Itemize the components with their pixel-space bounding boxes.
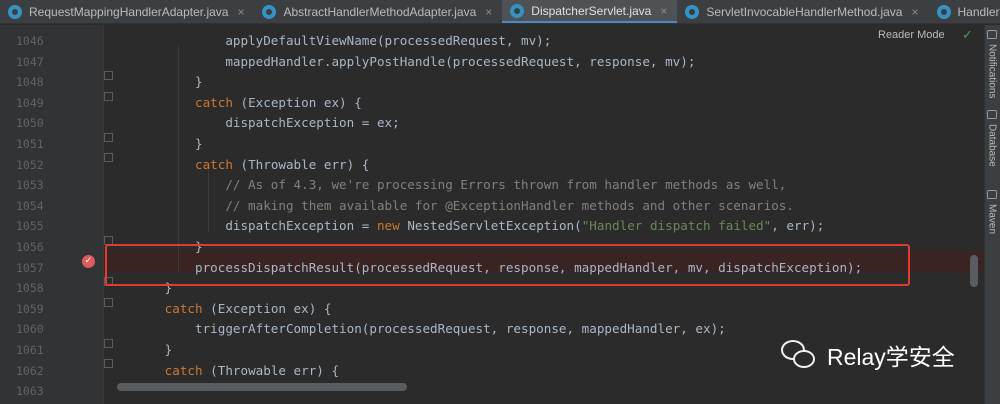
vertical-scrollbar[interactable] xyxy=(970,255,978,287)
tab-requestmappinghandleradapter[interactable]: RequestMappingHandlerAdapter.java × xyxy=(0,0,254,23)
line-number[interactable]: 1048 xyxy=(16,72,44,92)
line-number[interactable]: 1051 xyxy=(16,134,44,154)
line-number[interactable]: 1050 xyxy=(16,113,44,133)
code-editor[interactable]: applyDefaultViewName(processedRequest, m… xyxy=(104,25,972,380)
java-class-icon xyxy=(936,5,951,19)
tab-dispatcherservlet[interactable]: DispatcherServlet.java × xyxy=(502,0,678,23)
code-line[interactable]: // making them available for @ExceptionH… xyxy=(104,196,972,216)
database-icon xyxy=(987,110,997,119)
tab-label: ServletInvocableHandlerMethod.java xyxy=(706,5,903,19)
close-icon[interactable]: × xyxy=(911,5,918,19)
code-token: (Exception ex) { xyxy=(210,300,332,316)
code-token: applyDefaultViewName(processedRequest, m… xyxy=(104,33,552,48)
code-line[interactable]: } xyxy=(104,134,972,154)
tab-label: AbstractHandlerMethodAdapter.java xyxy=(283,5,477,19)
code-token: // making them available for @ExceptionH… xyxy=(104,197,794,213)
line-number[interactable]: 1053 xyxy=(16,175,44,195)
breakpoint-icon[interactable]: ✓ xyxy=(82,255,95,268)
code-token: "Handler dispatch failed" xyxy=(581,218,772,234)
inspection-ok-icon[interactable]: ✓ xyxy=(962,28,973,43)
code-token: (Exception ex) { xyxy=(240,94,362,110)
wechat-logo-icon xyxy=(781,338,819,372)
line-number[interactable]: 1062 xyxy=(16,361,44,381)
reader-mode-button[interactable]: Reader Mode xyxy=(878,29,945,41)
line-number[interactable]: 1063 xyxy=(16,381,44,401)
code-line[interactable]: catch (Exception ex) { xyxy=(104,93,972,113)
tab-servletinvocablehandlermethod[interactable]: ServletInvocableHandlerMethod.java × xyxy=(677,0,928,23)
code-token: dispatchException = ex; xyxy=(104,115,400,131)
line-number[interactable]: 1055 xyxy=(16,216,44,236)
editor-tab-bar: RequestMappingHandlerAdapter.java × Abst… xyxy=(0,0,1000,24)
line-number[interactable]: 1057 xyxy=(16,258,44,278)
code-line[interactable]: catch (Exception ex) { xyxy=(104,299,972,319)
line-number[interactable]: 1047 xyxy=(16,52,44,72)
code-token: (Throwable err) { xyxy=(240,156,370,172)
code-line[interactable]: // As of 4.3, we're processing Errors th… xyxy=(104,175,972,195)
code-line[interactable]: mappedHandler.applyPostHandle(processedR… xyxy=(104,52,972,72)
java-class-icon xyxy=(8,5,22,19)
code-token: // As of 4.3, we're processing Errors th… xyxy=(104,177,787,193)
code-token: catch xyxy=(104,362,211,378)
watermark: Relay学安全 xyxy=(781,338,955,372)
code-line[interactable]: dispatchException = new NestedServletExc… xyxy=(104,216,972,236)
java-class-icon xyxy=(262,5,277,19)
code-token: new xyxy=(376,218,408,234)
code-token: dispatchException = xyxy=(104,218,377,234)
close-icon[interactable]: × xyxy=(485,5,492,19)
database-panel-tab[interactable]: Database xyxy=(984,124,1000,172)
notifications-panel-tab[interactable]: Notifications xyxy=(984,44,1000,102)
maven-icon xyxy=(987,190,997,199)
line-number[interactable]: 1061 xyxy=(16,340,44,360)
line-number[interactable]: 1056 xyxy=(16,237,44,257)
code-token: } xyxy=(104,74,203,90)
line-number[interactable]: 1049 xyxy=(16,93,44,113)
tab-label: HandlerMe xyxy=(957,5,1000,19)
code-line[interactable]: dispatchException = ex; xyxy=(104,113,972,133)
code-token: NestedServletException( xyxy=(407,218,582,234)
line-number[interactable]: 1046 xyxy=(16,31,44,51)
code-token: (Throwable err) { xyxy=(210,362,340,378)
highlight-annotation-box xyxy=(105,244,910,286)
code-token: } xyxy=(104,342,173,357)
code-token: catch xyxy=(104,156,241,172)
line-number[interactable]: 1054 xyxy=(16,196,44,216)
code-line[interactable]: applyDefaultViewName(processedRequest, m… xyxy=(104,31,972,51)
code-token: catch xyxy=(104,94,241,110)
line-number[interactable]: 1052 xyxy=(16,155,44,175)
java-class-icon xyxy=(685,5,700,19)
code-token: triggerAfterCompletion(processedRequest,… xyxy=(104,321,726,337)
tab-label: RequestMappingHandlerAdapter.java xyxy=(29,5,229,19)
notifications-icon xyxy=(987,30,997,39)
tab-abstracthandlermethodadapter[interactable]: AbstractHandlerMethodAdapter.java × xyxy=(254,0,502,23)
close-icon[interactable]: × xyxy=(237,5,244,19)
line-number[interactable]: 1060 xyxy=(16,319,44,339)
code-token: } xyxy=(104,136,203,151)
tab-label: DispatcherServlet.java xyxy=(531,3,652,18)
code-line[interactable]: triggerAfterCompletion(processedRequest,… xyxy=(104,319,972,339)
watermark-text: Relay学安全 xyxy=(827,344,955,370)
horizontal-scrollbar[interactable] xyxy=(117,383,407,391)
code-token: catch xyxy=(104,300,211,316)
line-number[interactable]: 1058 xyxy=(16,278,44,298)
tab-handlermethod[interactable]: HandlerMe xyxy=(929,0,1000,23)
code-token: , err); xyxy=(771,218,825,234)
code-token: mappedHandler.applyPostHandle(processedR… xyxy=(104,53,696,69)
line-number[interactable]: 1059 xyxy=(16,299,44,319)
close-icon[interactable]: × xyxy=(660,4,667,18)
code-line[interactable]: } xyxy=(104,72,972,92)
code-line[interactable]: catch (Throwable err) { xyxy=(104,155,972,175)
java-class-icon xyxy=(510,3,525,18)
maven-panel-tab[interactable]: Maven xyxy=(984,204,1000,240)
